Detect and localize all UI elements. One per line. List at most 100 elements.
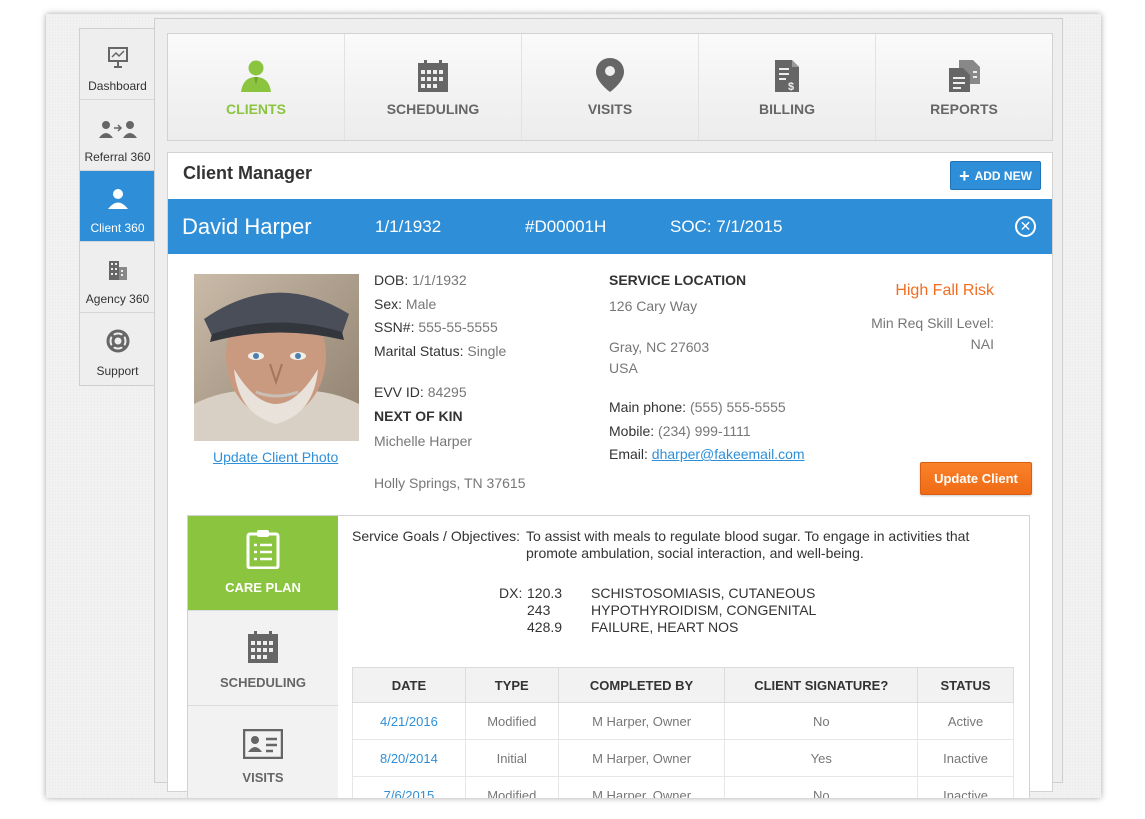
nav-dashboard[interactable]: Dashboard	[80, 29, 155, 100]
main-panel: CLIENTS SCHEDULING VISITS $ BILLING REPO…	[154, 18, 1063, 798]
client-id: #D00001H	[525, 216, 607, 236]
building-icon	[107, 259, 129, 284]
marital-label: Marital Status:	[374, 342, 464, 359]
evv-value: 84295	[427, 384, 467, 400]
nav-label: Client 360	[90, 221, 145, 235]
date-link[interactable]: 7/6/2015	[352, 776, 466, 798]
tab-label: CARE PLAN	[225, 580, 301, 595]
completed-by-cell: M Harper, Owner	[557, 739, 726, 777]
client-details: DOB: 1/1/1932 Sex: Male SSN#: 555-55-555…	[374, 269, 525, 495]
reports-icon	[947, 59, 981, 96]
nav-support[interactable]: Support	[80, 313, 155, 384]
tab-label: SCHEDULING	[386, 101, 480, 117]
nav-client-360[interactable]: Client 360	[80, 171, 155, 242]
presentation-icon	[107, 46, 129, 71]
dx-desc: HYPOTHYROIDISM, CONGENITAL	[591, 602, 817, 618]
type-cell: Initial	[464, 739, 559, 777]
update-photo-link[interactable]: Update Client Photo	[213, 449, 338, 465]
dx-code: 428.9	[527, 619, 563, 635]
client-header-bar: David Harper 1/1/1932 #D00001H SOC: 7/1/…	[168, 199, 1052, 254]
care-plan-tabs: CARE PLAN SCHEDULING VISITS	[188, 516, 338, 798]
status-cell: Inactive	[917, 776, 1014, 798]
tab-care-plan[interactable]: CARE PLAN	[188, 516, 338, 611]
diagnosis-list: DX: 120.3 SCHISTOSOMIASIS, CUTANEOUS 243…	[499, 585, 816, 636]
add-new-button[interactable]: + ADD NEW	[950, 161, 1041, 190]
type-cell: Modified	[464, 702, 559, 740]
email-link[interactable]: dharper@fakeemail.com	[652, 446, 805, 462]
column-header[interactable]: TYPE	[464, 667, 559, 703]
tab-scheduling[interactable]: SCHEDULING	[345, 34, 522, 140]
column-header[interactable]: STATUS	[917, 667, 1014, 703]
nav-referral-360[interactable]: Referral 360	[80, 100, 155, 171]
completed-by-cell: M Harper, Owner	[557, 776, 726, 798]
dx-code: 243	[527, 602, 551, 618]
calendar-icon	[417, 59, 449, 96]
mobile-label: Mobile:	[609, 422, 655, 439]
tab-visits[interactable]: VISITS	[522, 34, 699, 140]
tab-label: CLIENTS	[226, 101, 286, 117]
referral-icon	[98, 119, 138, 142]
tab-care-scheduling[interactable]: SCHEDULING	[188, 611, 338, 706]
column-header[interactable]: COMPLETED BY	[557, 667, 726, 703]
nav-agency-360[interactable]: Agency 360	[80, 242, 155, 313]
table-row[interactable]: 7/6/2015 Modified M Harper, Owner No Ina…	[352, 776, 1014, 798]
page-title: Client Manager	[183, 163, 313, 183]
tab-clients[interactable]: CLIENTS	[168, 34, 345, 140]
table-row[interactable]: 4/21/2016 Modified M Harper, Owner No Ac…	[352, 702, 1014, 740]
ssn-row: SSN#: 555-55-5555	[374, 316, 525, 340]
dx-row: 243 HYPOTHYROIDISM, CONGENITAL	[499, 602, 816, 619]
table-header-row: DATE TYPE COMPLETED BY CLIENT SIGNATURE?…	[352, 667, 1014, 703]
column-header[interactable]: DATE	[352, 667, 466, 703]
dx-row: DX: 120.3 SCHISTOSOMIASIS, CUTANEOUS	[499, 585, 816, 602]
sex-value: Male	[405, 295, 437, 312]
completed-by-cell: M Harper, Owner	[557, 702, 726, 740]
goals-label: Service Goals / Objectives:	[352, 528, 521, 544]
main-phone-label: Main phone:	[609, 399, 687, 415]
client-manager-card: Client Manager + ADD NEW David Harper 1/…	[167, 152, 1053, 798]
tab-label: VISITS	[587, 101, 633, 117]
signature-cell: No	[724, 776, 919, 798]
dx-desc: FAILURE, HEART NOS	[591, 619, 739, 635]
kin-name: Michelle Harper	[374, 433, 473, 449]
fall-risk-badge: High Fall Risk	[895, 282, 994, 299]
date-link[interactable]: 4/21/2016	[352, 702, 466, 740]
table-row[interactable]: 8/20/2014 Initial M Harper, Owner Yes In…	[352, 739, 1014, 777]
nav-label: Support	[96, 364, 139, 378]
dx-desc: SCHISTOSOMIASIS, CUTANEOUS	[591, 585, 816, 601]
risk-info: High Fall Risk Min Req Skill Level: NAI	[858, 279, 994, 355]
service-heading: SERVICE LOCATION	[609, 272, 747, 288]
evv-row: EVV ID: 84295	[374, 381, 525, 405]
tab-reports[interactable]: REPORTS	[876, 34, 1052, 140]
street: 126 Cary Way	[609, 297, 698, 314]
calendar-icon	[247, 630, 279, 667]
email-row: Email: dharper@fakeemail.com	[609, 443, 805, 467]
client-photo	[194, 274, 359, 441]
app-window: Dashboard Referral 360 Client 360 Agency…	[46, 14, 1101, 798]
client-name: David Harper	[182, 213, 312, 239]
clipboard-icon	[246, 529, 280, 572]
evv-label: EVV ID:	[374, 384, 424, 400]
ssn-value: 555-55-5555	[418, 319, 498, 335]
client-dob: 1/1/1932	[375, 216, 442, 236]
ssn-label: SSN#:	[374, 319, 415, 335]
column-header[interactable]: CLIENT SIGNATURE?	[724, 667, 919, 703]
map-pin-icon	[595, 57, 625, 96]
main-phone-row: Main phone: (555) 555-5555	[609, 396, 805, 420]
care-plans-table: DATE TYPE COMPLETED BY CLIENT SIGNATURE?…	[352, 667, 1014, 798]
tab-care-visits[interactable]: VISITS	[188, 706, 338, 798]
tab-label: VISITS	[242, 770, 284, 785]
svg-text:$: $	[788, 81, 794, 93]
client-soc: SOC: 7/1/2015	[670, 216, 783, 236]
signature-cell: No	[724, 702, 919, 740]
close-icon[interactable]: ✕	[1015, 216, 1036, 237]
country: USA	[609, 359, 638, 376]
update-client-button[interactable]: Update Client	[920, 462, 1032, 495]
date-link[interactable]: 8/20/2014	[352, 739, 466, 777]
lifebuoy-icon	[106, 329, 130, 356]
user-icon	[107, 188, 129, 213]
left-nav: Dashboard Referral 360 Client 360 Agency…	[79, 28, 155, 386]
dob-value: 1/1/1932	[412, 272, 467, 288]
tab-billing[interactable]: $ BILLING	[699, 34, 876, 140]
tab-label: REPORTS	[930, 101, 998, 117]
service-location: SERVICE LOCATION 126 Cary Way Gray, NC 2…	[609, 269, 805, 467]
